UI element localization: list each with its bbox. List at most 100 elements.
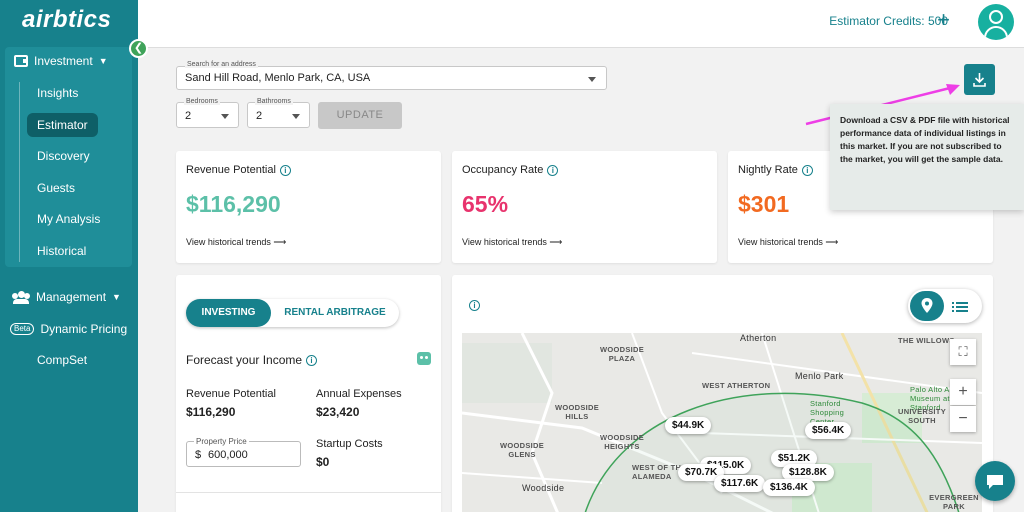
add-credits-icon[interactable]: + xyxy=(937,8,950,32)
list-icon xyxy=(952,302,968,312)
estimator-credits: Estimator Credits: 500 xyxy=(829,14,948,28)
metric-title: Occupancy Rate xyxy=(462,164,544,176)
info-icon[interactable]: i xyxy=(279,164,291,176)
mode-toggle: INVESTING RENTAL ARBITRAGE xyxy=(186,299,399,327)
download-button[interactable] xyxy=(964,64,995,95)
chevron-down-icon: ▼ xyxy=(98,56,108,66)
sidebar-item-insights[interactable]: Insights xyxy=(27,81,88,105)
currency-prefix: $ xyxy=(195,449,202,461)
nav-divider xyxy=(19,82,20,262)
property-price-input[interactable]: Property Price $ 600,000 xyxy=(186,437,301,467)
link-text: View historical trends xyxy=(738,237,823,247)
metric-title: Revenue Potential xyxy=(186,164,276,176)
investment-toggle[interactable]: Investment ▼ xyxy=(14,54,108,68)
list-view-button[interactable] xyxy=(952,300,968,318)
property-price-label: Property Price xyxy=(194,437,249,446)
management-label: Management xyxy=(36,290,107,304)
map-label: WOODSIDE GLENS xyxy=(499,441,545,459)
sidebar-item-estimator[interactable]: Estimator xyxy=(27,113,98,137)
metric-title-wrap: Nightly Rate i xyxy=(738,164,813,176)
robot-icon[interactable] xyxy=(417,352,431,365)
listing-price-marker[interactable]: $56.4K xyxy=(805,422,852,439)
bedrooms-label: Bedrooms xyxy=(184,98,220,105)
sidebar-item-historical[interactable]: Historical xyxy=(27,239,96,263)
divider xyxy=(176,492,441,493)
arrow-right-icon: ⟶ xyxy=(825,237,839,247)
fullscreen-icon[interactable]: ⛶ xyxy=(950,339,976,365)
startup-label: Startup Costs xyxy=(316,438,383,450)
map-card: i Atherton WOODSIDE PLAZA THE WILLOWS Me… xyxy=(452,275,993,512)
people-icon xyxy=(12,291,30,304)
link-text: View historical trends xyxy=(186,237,271,247)
map-label: Menlo Park xyxy=(795,371,844,381)
map-label: WOODSIDE HEIGHTS xyxy=(599,433,645,451)
address-search-input[interactable]: Search for an address Sand Hill Road, Me… xyxy=(176,61,607,90)
listing-price-marker[interactable]: $117.6K xyxy=(714,475,766,492)
compset-label: CompSet xyxy=(37,353,88,367)
info-icon[interactable]: i xyxy=(469,300,480,311)
dropdown-caret-icon xyxy=(588,77,596,82)
chevron-down-icon: ▼ xyxy=(112,292,121,302)
historical-trends-link[interactable]: View historical trends ⟶ xyxy=(462,237,562,248)
metric-title-wrap: Occupancy Rate i xyxy=(462,164,559,176)
map-label: WOODSIDE PLAZA xyxy=(599,345,645,363)
update-button[interactable]: UPDATE xyxy=(318,102,402,129)
historical-trends-link[interactable]: View historical trends ⟶ xyxy=(738,237,838,248)
sidebar-item-dynamic-pricing[interactable]: Beta Dynamic Pricing xyxy=(10,322,127,336)
download-tooltip: Download a CSV & PDF file with historica… xyxy=(830,104,1024,210)
wallet-icon xyxy=(14,55,28,67)
tab-rental-arbitrage[interactable]: RENTAL ARBITRAGE xyxy=(276,299,394,327)
map-label: WOODSIDE HILLS xyxy=(554,403,600,421)
map-label: Atherton xyxy=(740,333,777,343)
info-icon[interactable]: i xyxy=(306,354,318,366)
revenue-label: Revenue Potential xyxy=(186,388,276,400)
sidebar-item-guests[interactable]: Guests xyxy=(27,176,85,200)
metric-title: Nightly Rate xyxy=(738,164,798,176)
metric-card-revenue: Revenue Potential i $116,290 View histor… xyxy=(176,151,441,263)
investment-label: Investment xyxy=(34,54,93,68)
listing-price-marker[interactable]: $136.4K xyxy=(763,479,815,496)
tab-investing[interactable]: INVESTING xyxy=(186,299,271,327)
historical-trends-link[interactable]: View historical trends ⟶ xyxy=(186,237,286,248)
sidebar-item-compset[interactable]: CompSet xyxy=(37,353,87,367)
avatar[interactable] xyxy=(978,4,1014,40)
property-price-value: 600,000 xyxy=(208,449,248,461)
forecast-title-wrap: Forecast your Income i xyxy=(186,353,318,367)
forecast-title: Forecast your Income xyxy=(186,353,303,367)
info-icon[interactable]: i xyxy=(547,164,559,176)
arrow-right-icon: ⟶ xyxy=(549,237,563,247)
bedrooms-select[interactable]: Bedrooms 2 xyxy=(176,98,239,128)
search-label: Search for an address xyxy=(185,61,258,68)
map-label: Woodside xyxy=(522,483,565,493)
beta-badge: Beta xyxy=(10,323,35,335)
map-label: UNIVERSITY SOUTH xyxy=(897,407,946,425)
expenses-label: Annual Expenses xyxy=(316,388,402,400)
map-label: WEST ATHERTON xyxy=(702,381,771,390)
forecast-card: INVESTING RENTAL ARBITRAGE Forecast your… xyxy=(176,275,441,512)
zoom-in-button[interactable]: + xyxy=(950,379,976,405)
collapse-sidebar-button[interactable]: ❮ xyxy=(129,39,148,58)
bathrooms-label: Bathrooms xyxy=(255,98,293,105)
listing-price-marker[interactable]: $44.9K xyxy=(665,417,712,434)
management-toggle[interactable]: Management ▼ xyxy=(12,290,121,304)
sidebar-item-discovery[interactable]: Discovery xyxy=(27,144,100,168)
info-icon[interactable]: i xyxy=(801,164,813,176)
map-label: THE WILLOWS xyxy=(898,336,955,345)
map-view-button[interactable] xyxy=(910,291,944,321)
location-pin-icon xyxy=(921,298,933,313)
chat-button[interactable] xyxy=(975,461,1015,501)
arrow-right-icon: ⟶ xyxy=(273,237,287,247)
map-view[interactable]: Atherton WOODSIDE PLAZA THE WILLOWS Menl… xyxy=(462,333,982,512)
bathrooms-value: 2 xyxy=(256,110,263,122)
revenue-value: $116,290 xyxy=(186,405,236,419)
map-list-toggle xyxy=(908,289,982,323)
expenses-value: $23,420 xyxy=(316,405,360,419)
map-label: EVERGREEN PARK xyxy=(929,493,979,511)
top-header: Estimator Credits: 500 + xyxy=(138,0,1024,48)
download-icon xyxy=(973,73,986,87)
bathrooms-select[interactable]: Bathrooms 2 xyxy=(247,98,310,128)
zoom-out-button[interactable]: − xyxy=(950,406,976,432)
sidebar-item-my-analysis[interactable]: My Analysis xyxy=(27,207,110,231)
chat-bubble-icon xyxy=(987,475,1003,489)
metric-value: $116,290 xyxy=(186,191,281,217)
